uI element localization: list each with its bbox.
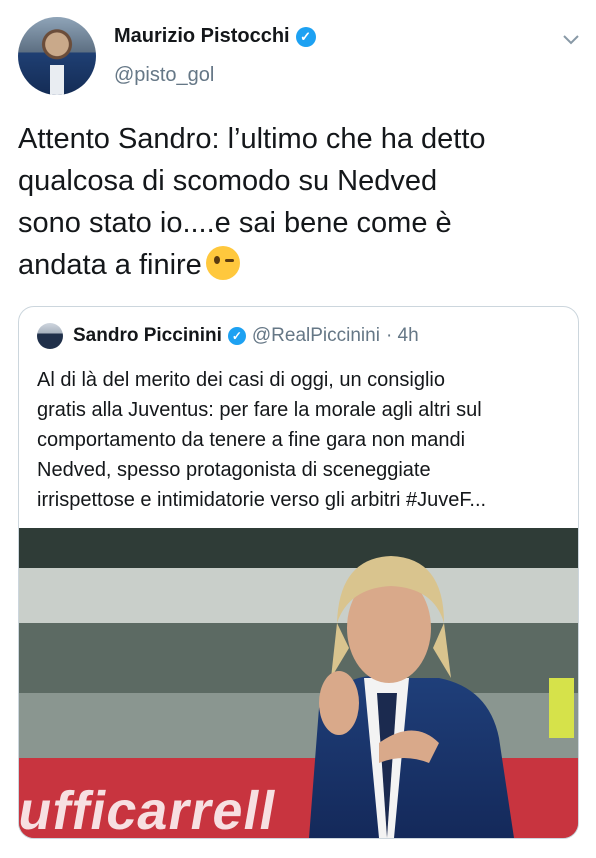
author-avatar[interactable] bbox=[18, 17, 96, 95]
tweet-line: andata a finire bbox=[18, 244, 578, 286]
quoted-tweet-photo[interactable]: ufficarrell bbox=[19, 528, 578, 838]
winking-face-icon bbox=[205, 246, 240, 280]
quoted-line: Al di là del merito dei casi di oggi, un… bbox=[37, 369, 445, 391]
quoted-author-avatar bbox=[37, 323, 63, 349]
quoted-author-name: Sandro Piccinini bbox=[73, 325, 222, 346]
image-banner-text: ufficarrell bbox=[19, 781, 282, 838]
quoted-line: comportamento da tenere a fine gara non … bbox=[37, 429, 466, 451]
quoted-line: gratis alla Juventus: per fare la morale… bbox=[37, 399, 482, 421]
verified-badge-icon: ✓ bbox=[227, 327, 246, 345]
tweet-text: Attento Sandro: l’ultimo che ha detto qu… bbox=[18, 118, 578, 286]
author-name[interactable]: Maurizio Pistocchi bbox=[114, 25, 290, 48]
tweet-line: sono stato io....e sai bene come è bbox=[18, 207, 452, 239]
author-handle[interactable]: @pisto_gol bbox=[114, 64, 214, 87]
tweet-line: qualcosa di scomodo su Nedved bbox=[18, 165, 438, 197]
tweet-line-text: andata a finire bbox=[18, 249, 202, 281]
quoted-tweet-text: Al di là del merito dei casi di oggi, un… bbox=[37, 365, 562, 515]
quoted-tweet-header: Sandro Piccinini ✓ @RealPiccinini · 4h bbox=[37, 323, 419, 349]
author-name-row: Maurizio Pistocchi ✓ bbox=[114, 25, 316, 48]
tweet-line: Attento Sandro: l’ultimo che ha detto bbox=[18, 123, 486, 155]
quoted-line: irrispettose e intimidatorie verso gli a… bbox=[37, 489, 487, 511]
chevron-down-icon[interactable] bbox=[560, 28, 582, 50]
verified-badge-icon: ✓ bbox=[295, 26, 316, 47]
quoted-tweet-card[interactable]: Sandro Piccinini ✓ @RealPiccinini · 4h A… bbox=[18, 306, 579, 839]
quoted-line: Nedved, spesso protagonista di sceneggia… bbox=[37, 459, 431, 481]
quoted-tweet-time: · 4h bbox=[385, 325, 419, 346]
quoted-author-handle: @RealPiccinini bbox=[251, 325, 380, 346]
